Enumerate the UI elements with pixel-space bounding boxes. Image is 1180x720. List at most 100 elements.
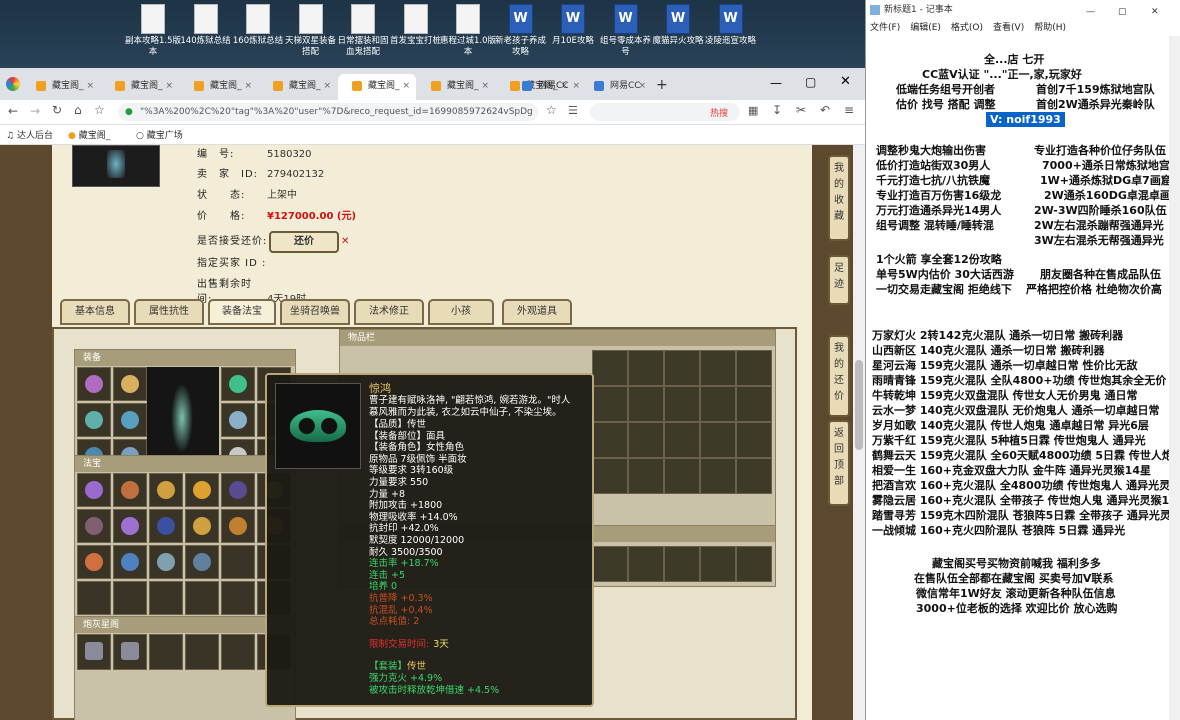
bag-slot[interactable] (628, 386, 664, 422)
desktop-icon[interactable]: 副本攻略1.5版本 (124, 4, 182, 58)
browser-tab[interactable]: 藏宝阁_ × (338, 74, 416, 100)
fabao-slot[interactable] (221, 509, 255, 543)
equip-slot[interactable] (221, 367, 255, 401)
game-tab[interactable]: 外观道具 (502, 299, 572, 325)
equip-slot[interactable] (113, 403, 147, 437)
forward-icon[interactable]: → (30, 104, 40, 118)
desktop-icon[interactable]: W 新老孩子养成攻略 (492, 4, 550, 58)
notepad-menu-item[interactable]: 文件(F) (870, 23, 900, 33)
fabao-slot[interactable] (185, 509, 219, 543)
bag-slot[interactable] (736, 458, 772, 494)
equip-slot[interactable] (77, 367, 111, 401)
side-button[interactable]: 足迹 (828, 255, 850, 305)
tab-close-icon[interactable]: × (572, 74, 580, 98)
fabao-slot[interactable] (185, 581, 219, 615)
bargain-button[interactable]: 还价 (269, 231, 339, 253)
address-bar[interactable]: ● "%3A%200%2C%20"tag"%3A%20"user"%7D&rec… (118, 103, 538, 121)
fabao-slot[interactable] (185, 473, 219, 507)
fabao-slot[interactable] (149, 581, 183, 615)
desktop-icon[interactable]: 日常摆装和固血鬼搭配 (334, 4, 392, 58)
tab-close-icon[interactable]: × (481, 74, 489, 98)
bag-slot[interactable] (736, 546, 772, 582)
browser-tab[interactable]: 藏宝阁_ × (259, 74, 337, 100)
tab-close-icon[interactable]: × (86, 74, 94, 98)
tab-close-icon[interactable]: × (323, 74, 331, 98)
bag-slot[interactable] (628, 422, 664, 458)
fabao-slot[interactable] (221, 581, 255, 615)
minimize-icon[interactable]: — (770, 76, 782, 90)
browser-tab[interactable]: 藏宝阁_ × (417, 74, 495, 100)
fabao-slot[interactable] (77, 581, 111, 615)
fabao-slot[interactable] (77, 545, 111, 579)
bag-slot[interactable] (592, 422, 628, 458)
notepad-maximize-icon[interactable]: ▢ (1118, 2, 1127, 22)
desktop-icon[interactable]: W 组号零成本养号 (597, 4, 655, 58)
pet-slot[interactable] (149, 634, 183, 670)
equip-slot[interactable] (113, 367, 147, 401)
desktop-icon[interactable]: W 月10E攻略 (544, 4, 602, 47)
browser-tab[interactable]: 网易CC × (580, 74, 652, 100)
fabao-slot[interactable] (113, 509, 147, 543)
notepad-menu-item[interactable]: 编辑(E) (910, 23, 941, 33)
notepad-close-icon[interactable]: ✕ (1151, 2, 1159, 22)
notepad-minimize-icon[interactable]: — (1086, 2, 1095, 22)
pet-slot[interactable] (185, 634, 219, 670)
pet-slot[interactable] (221, 634, 255, 670)
bookmark-cbg-plaza[interactable]: ○ 藏宝广场 (136, 128, 183, 141)
bag-slot[interactable] (736, 386, 772, 422)
game-tab[interactable]: 小孩 (428, 299, 494, 325)
extension-icon[interactable]: ▦ (748, 104, 758, 117)
fabao-slot[interactable] (149, 545, 183, 579)
pet-slot[interactable] (77, 634, 111, 670)
side-button[interactable]: 返回顶部 (828, 420, 850, 506)
desktop-icon[interactable]: 天梯双星装备搭配 (282, 4, 340, 58)
browser-tab[interactable]: 网易CC × (508, 74, 586, 100)
game-tab[interactable]: 基本信息 (60, 299, 130, 325)
fabao-slot[interactable] (113, 473, 147, 507)
bookmark-cbg[interactable]: ● 藏宝阁_ (68, 128, 110, 141)
bag-slot[interactable] (736, 350, 772, 386)
desktop-icon[interactable]: 首发宝宝打桩 (387, 4, 445, 47)
bag-slot[interactable] (700, 458, 736, 494)
equip-slot[interactable] (77, 403, 111, 437)
notepad-scrollbar[interactable] (1169, 36, 1180, 720)
fabao-slot[interactable] (77, 473, 111, 507)
fabao-slot[interactable] (221, 473, 255, 507)
page-scrollbar[interactable] (853, 145, 865, 720)
close-window-icon[interactable]: ✕ (840, 74, 851, 89)
bag-slot[interactable] (664, 386, 700, 422)
bag-slot[interactable] (664, 350, 700, 386)
fabao-slot[interactable] (185, 545, 219, 579)
bag-slot[interactable] (592, 350, 628, 386)
fabao-slot[interactable] (77, 509, 111, 543)
pet-slot[interactable] (113, 634, 147, 670)
bag-slot[interactable] (592, 386, 628, 422)
star-icon[interactable]: ☆ (94, 103, 105, 117)
cut-icon[interactable]: ✂ (796, 103, 806, 117)
browser-tab[interactable]: 藏宝阁_ × (22, 74, 100, 100)
maximize-icon[interactable]: ▢ (805, 75, 816, 89)
bookmark-star-icon[interactable]: ☆ (546, 103, 557, 117)
bag-slot[interactable] (592, 546, 628, 582)
bag-slot[interactable] (700, 350, 736, 386)
download-icon[interactable]: ↧ (772, 103, 782, 117)
game-tab[interactable]: 坐骑召唤兽 (280, 299, 350, 325)
side-button[interactable]: 我的收藏 (828, 155, 850, 241)
browser-logo-icon[interactable] (6, 77, 20, 91)
translate-icon[interactable]: ☰ (568, 104, 578, 117)
game-tab[interactable]: 法术修正 (354, 299, 424, 325)
home-icon[interactable]: ⌂ (74, 103, 82, 117)
bag-slot[interactable] (700, 546, 736, 582)
browser-tab[interactable]: 藏宝阁_ × (180, 74, 258, 100)
desktop-icon[interactable]: W 魔猫异火攻略 (649, 4, 707, 47)
bargain-close-icon[interactable]: ✕ (341, 236, 349, 247)
equip-slot[interactable] (221, 403, 255, 437)
side-button[interactable]: 我的还价 (828, 335, 850, 417)
fabao-slot[interactable] (113, 545, 147, 579)
scrollbar-thumb[interactable] (855, 360, 863, 450)
fabao-slot[interactable] (149, 509, 183, 543)
tab-close-icon[interactable]: × (638, 74, 646, 98)
bag-slot[interactable] (628, 546, 664, 582)
desktop-icon[interactable]: 惠程过城1.0版本 (439, 4, 497, 58)
menu-icon[interactable]: ≡ (844, 103, 854, 117)
